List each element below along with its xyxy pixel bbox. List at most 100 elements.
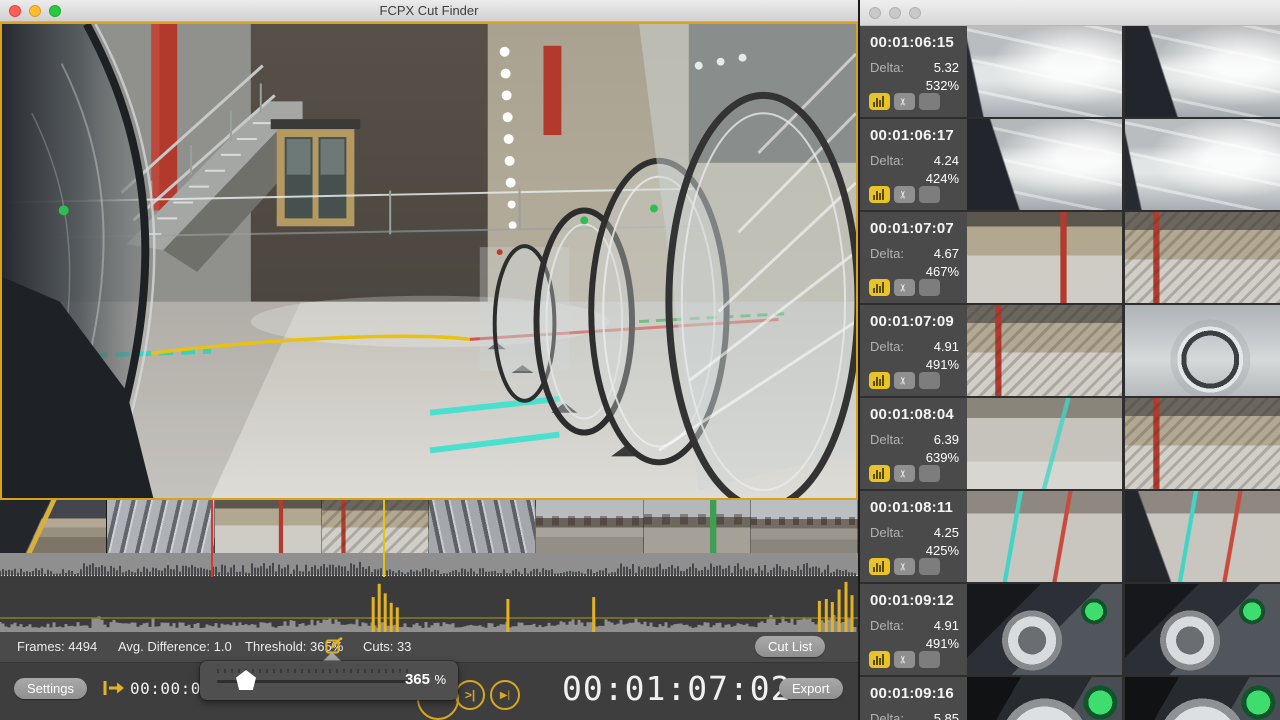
cut-thumbnails (967, 584, 1280, 675)
in-point-icon[interactable] (103, 679, 125, 697)
zoom-button[interactable] (49, 5, 61, 17)
cut-spike (831, 602, 834, 632)
cut-timecode: 00:01:07:09 (870, 313, 959, 330)
cut-info: 00:01:09:16 Delta: 5.85 585% ✂ (860, 677, 967, 720)
cut-spike (845, 582, 848, 632)
scissors-button[interactable]: ✂ (894, 279, 915, 296)
cut-thumbnails (967, 491, 1280, 582)
delta-percent: 491% (870, 357, 959, 372)
cut-thumbnails (967, 212, 1280, 303)
scissors-button[interactable]: ✂ (894, 186, 915, 203)
select-toggle-button[interactable] (919, 93, 940, 110)
cut-thumbnails (967, 677, 1280, 720)
filmstrip-thumbnail[interactable] (215, 500, 322, 553)
scissors-button[interactable]: ✂ (894, 93, 915, 110)
cut-list-item[interactable]: 00:01:06:15 Delta: 5.32 532% ✂ (860, 26, 1280, 119)
frames-count: Frames: 4494 (17, 639, 97, 654)
select-toggle-button[interactable] (919, 465, 940, 482)
cut-info: 00:01:07:07 Delta: 4.67 467% ✂ (860, 212, 967, 303)
histogram-button[interactable] (869, 372, 890, 389)
cut-list-item[interactable]: 00:01:06:17 Delta: 4.24 424% ✂ (860, 119, 1280, 212)
filmstrip-thumbnail[interactable] (429, 500, 536, 553)
histogram-button[interactable] (869, 93, 890, 110)
minimize-button[interactable] (29, 5, 41, 17)
filmstrip-thumbnail[interactable] (644, 500, 751, 553)
scissors-button[interactable]: ✂ (894, 465, 915, 482)
cut-thumbnail-before[interactable] (967, 212, 1122, 303)
filmstrip-thumbnail[interactable] (107, 500, 214, 553)
cut-thumbnail-after[interactable] (1125, 119, 1280, 210)
audio-waveform-strip[interactable] (0, 553, 858, 576)
cut-spike (506, 599, 509, 632)
cut-thumbnail-after[interactable] (1125, 584, 1280, 675)
cut-thumbnail-before[interactable] (967, 398, 1122, 489)
next-cut-button[interactable]: ▶| (490, 680, 520, 710)
select-toggle-button[interactable] (919, 651, 940, 668)
select-toggle-button[interactable] (919, 372, 940, 389)
cut-thumbnail-after[interactable] (1125, 677, 1280, 720)
filmstrip-thumbnail[interactable] (751, 500, 858, 553)
cut-browser-titlebar[interactable] (860, 0, 1280, 26)
filmstrip-thumbnail[interactable] (322, 500, 429, 553)
cut-actions: ✂ (869, 186, 940, 203)
export-button[interactable]: Export (779, 678, 843, 699)
cut-thumbnail-after[interactable] (1125, 26, 1280, 117)
filmstrip-thumbnail[interactable] (536, 500, 643, 553)
main-window-titlebar[interactable]: FCPX Cut Finder (0, 0, 858, 22)
cut-list-item[interactable]: 00:01:07:09 Delta: 4.91 491% ✂ (860, 305, 1280, 398)
cut-list-item[interactable]: 00:01:08:11 Delta: 4.25 425% ✂ (860, 491, 1280, 584)
histogram-button[interactable] (869, 186, 890, 203)
close-button[interactable] (869, 7, 881, 19)
cut-thumbnail-before[interactable] (967, 677, 1122, 720)
cut-thumbnail-after[interactable] (1125, 491, 1280, 582)
select-toggle-button[interactable] (919, 186, 940, 203)
delta-label: Delta: (870, 711, 904, 720)
cut-thumbnail-after[interactable] (1125, 305, 1280, 396)
difference-graph[interactable] (0, 577, 858, 632)
cut-browser-window: 00:01:06:15 Delta: 5.32 532% ✂ (858, 0, 1280, 720)
video-preview-image (2, 24, 856, 498)
cut-thumbnail-before[interactable] (967, 584, 1122, 675)
delta-label: Delta: (870, 618, 904, 633)
cut-spike (592, 597, 595, 632)
filmstrip[interactable] (0, 500, 858, 553)
delta-percent: 532% (870, 78, 959, 93)
cut-timecode: 00:01:08:11 (870, 499, 959, 516)
delta-percent: 425% (870, 543, 959, 558)
threshold-slider-thumb[interactable] (236, 670, 256, 690)
delta-percent: 639% (870, 450, 959, 465)
delta-value: 4.91 (934, 618, 959, 633)
histogram-button[interactable] (869, 465, 890, 482)
cut-thumbnail-before[interactable] (967, 119, 1122, 210)
settings-button[interactable]: Settings (14, 678, 87, 699)
delta-value: 4.91 (934, 339, 959, 354)
cut-list-button[interactable]: Cut List (755, 636, 825, 657)
scissors-button[interactable]: ✂ (894, 558, 915, 575)
histogram-button[interactable] (869, 558, 890, 575)
playhead-line[interactable] (383, 500, 385, 577)
scissors-button[interactable]: ✂ (894, 651, 915, 668)
cut-thumbnails (967, 119, 1280, 210)
cut-thumbnail-after[interactable] (1125, 212, 1280, 303)
close-button[interactable] (9, 5, 21, 17)
step-forward-button[interactable]: >| (455, 680, 485, 710)
cut-thumbnail-before[interactable] (967, 491, 1122, 582)
histogram-button[interactable] (869, 651, 890, 668)
select-toggle-button[interactable] (919, 279, 940, 296)
cut-thumbnail-after[interactable] (1125, 398, 1280, 489)
cut-list-item[interactable]: 00:01:09:12 Delta: 4.91 491% ✂ (860, 584, 1280, 677)
scissors-button[interactable]: ✂ (894, 372, 915, 389)
cut-thumbnails (967, 26, 1280, 117)
cut-list-item[interactable]: 00:01:09:16 Delta: 5.85 585% ✂ (860, 677, 1280, 720)
filmstrip-thumbnail[interactable] (0, 500, 107, 553)
cut-list-item[interactable]: 00:01:07:07 Delta: 4.67 467% ✂ (860, 212, 1280, 305)
video-preview[interactable] (0, 22, 858, 500)
minimize-button[interactable] (889, 7, 901, 19)
cut-list-item[interactable]: 00:01:08:04 Delta: 6.39 639% ✂ (860, 398, 1280, 491)
histogram-button[interactable] (869, 279, 890, 296)
cut-thumbnail-before[interactable] (967, 26, 1122, 117)
delta-percent: 424% (870, 171, 959, 186)
select-toggle-button[interactable] (919, 558, 940, 575)
cut-thumbnail-before[interactable] (967, 305, 1122, 396)
zoom-button[interactable] (909, 7, 921, 19)
